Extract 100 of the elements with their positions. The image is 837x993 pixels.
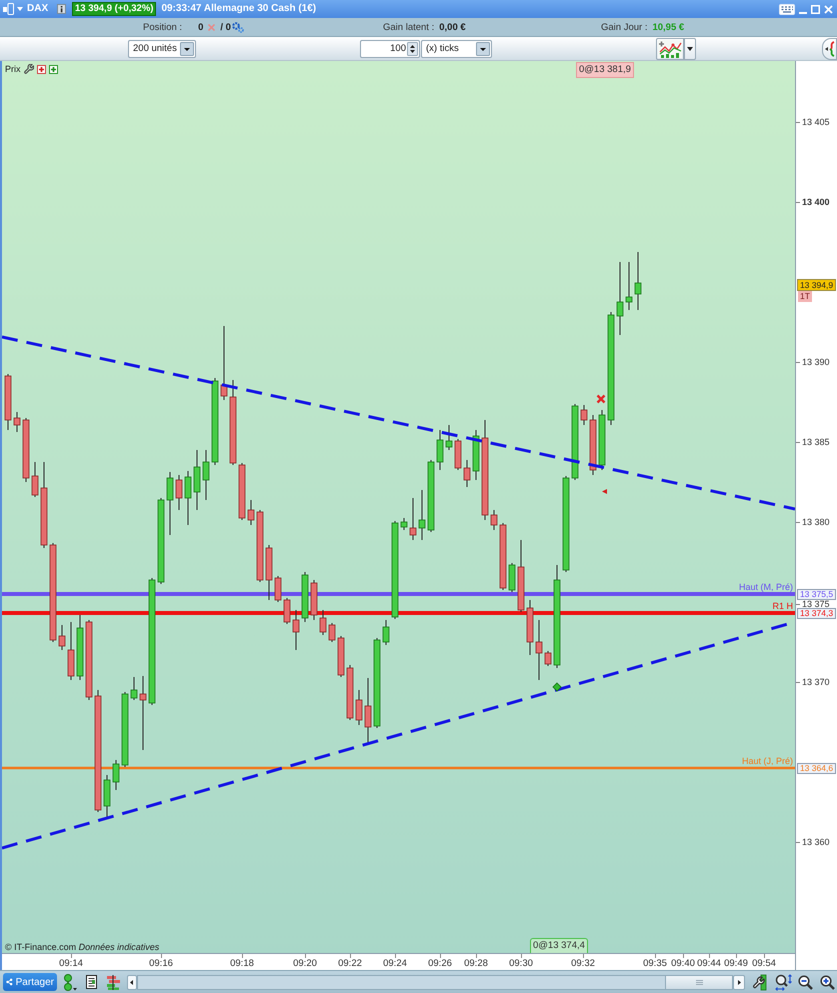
candlestick [202,450,210,500]
candlestick [400,518,408,530]
last-price-tag: 13 394,9 [797,279,836,291]
nodes-icon[interactable] [63,974,77,990]
wrench-icon[interactable] [24,64,34,74]
level-price-tag: 13 364,6 [797,762,836,774]
quantity-select[interactable]: 200 unités [128,40,196,58]
candlestick [634,252,642,310]
keyboard-icon[interactable] [779,4,795,14]
level-price-tag: 13 375,5 [797,588,836,600]
candlestick [194,450,200,510]
candlestick [356,690,362,726]
zoom-fit-icon[interactable] [775,974,792,990]
time-label: 09:24 [383,958,407,969]
mobile-icon[interactable] [3,3,14,15]
price-label: 13 370 [802,678,830,686]
candlestick [58,624,66,650]
time-label: 09:32 [571,958,595,969]
scrollbar-thumb[interactable] [665,976,732,988]
unrealized-gain-label: Gain latent : [383,22,434,32]
stepper-arrows-icon[interactable] [407,42,418,56]
add-icon[interactable] [48,64,58,74]
price-label: 13 405 [802,118,830,126]
candlestick [76,614,84,680]
candlestick [598,410,606,470]
candlestick [328,622,336,642]
candlestick [248,500,254,526]
candlestick [310,580,318,620]
candlestick [32,462,38,498]
candlestick [626,262,632,310]
time-label: 09:26 [428,958,452,969]
side-panel-button[interactable] [822,38,837,60]
price-label: 13 400 [802,198,830,206]
candlestick [338,636,344,678]
time-label: 09:54 [752,958,776,969]
candlestick [238,462,246,520]
price-label: 13 360 [802,838,830,846]
price-label: 13 375 [802,600,830,608]
time-label: 09:20 [293,958,317,969]
level-label: Haut (M, Pré) [738,583,793,592]
scroll-left-icon[interactable] [127,974,137,990]
candlestick [500,522,506,590]
indicators-button[interactable] [656,38,684,60]
bars-icon[interactable] [106,974,121,990]
level-label: R1 H [772,602,793,611]
curves-icon [824,40,834,56]
zoom-in-icon[interactable] [820,974,835,990]
indicator-chart-icon [658,40,682,58]
daily-gain-label: Gain Jour : [601,22,648,32]
time-label: 09:28 [464,958,488,969]
position-total: / 0 [220,22,231,32]
gears-icon[interactable] [232,22,244,32]
candlestick [284,598,290,624]
candlestick [346,664,354,720]
dropdown-caret-icon[interactable] [476,42,490,56]
scroll-right-icon[interactable] [733,974,745,990]
share-icon [6,976,13,988]
level-price-tag: 13 374,3 [797,608,836,618]
candlestick [590,414,596,476]
position-value: 0 [198,22,204,32]
window-title: 09:33:47 Allemagne 30 Cash (1€) [161,3,316,15]
time-label: 09:18 [230,958,254,969]
copyright-notice: © IT-Finance.com Données indicatives [5,942,160,952]
time-label: 09:30 [509,958,533,969]
candlestick [490,510,498,530]
info-icon[interactable] [57,4,66,14]
candlestick [464,460,470,488]
diamond-marker-icon [552,682,562,692]
candlestick [472,430,480,480]
price-label: 13 385 [802,438,830,446]
candlestick [4,374,12,430]
zoom-out-icon[interactable] [798,974,813,990]
close-icon[interactable] [824,4,833,14]
add-icon[interactable] [36,64,46,74]
document-icon[interactable] [86,975,97,989]
order-tag: 0@13 381,9 [576,62,634,78]
wrench-icon[interactable] [752,974,767,990]
candlestick [446,424,452,450]
share-button[interactable]: Partager [3,973,57,991]
grip-icon [696,980,702,984]
candlestick [266,544,272,600]
time-label: 09:49 [724,958,748,969]
time-label: 09:16 [149,958,173,969]
time-label: 09:22 [338,958,362,969]
daily-gain-value: 10,95 € [652,22,684,32]
indicators-menu-button[interactable] [684,38,696,60]
candlestick [14,412,20,432]
candlestick [130,676,138,700]
time-label: 09:40 [671,958,695,969]
panel-title: Prix [5,64,20,74]
tick-unit-select[interactable]: (x) ticks [421,40,492,58]
position-label: Position : [143,22,182,32]
maximize-icon[interactable] [811,4,820,14]
volume-tag: 1T [798,291,812,302]
candlestick [320,610,326,636]
candlestick [410,498,416,540]
dropdown-caret-icon[interactable] [180,42,194,56]
candlestick [418,490,426,540]
step-field[interactable]: 100 [360,40,420,58]
caret-down-icon [17,7,23,11]
